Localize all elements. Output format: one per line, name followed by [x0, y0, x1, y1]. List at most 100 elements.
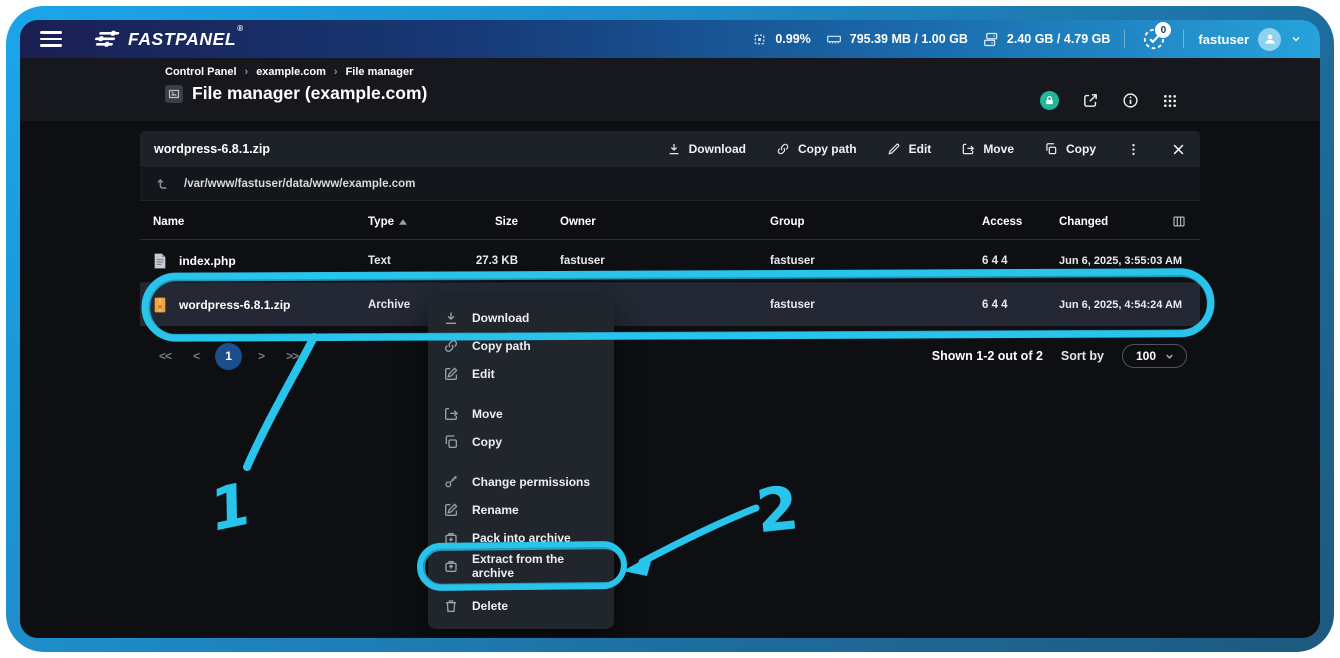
pack-archive-icon [443, 530, 459, 546]
column-header-type[interactable]: Type [368, 216, 443, 228]
pencil-icon [887, 142, 901, 156]
file-manager-icon [165, 85, 183, 103]
download-icon [667, 142, 681, 156]
kebab-icon [1126, 142, 1141, 157]
external-link-icon [1082, 92, 1099, 109]
table-row-index-php[interactable]: index.php Text 27.3 KB fastuser fastuser… [140, 240, 1200, 283]
fastpanel-app: FASTPANEL® 0.99% [20, 20, 1320, 638]
close-selection-button[interactable] [1171, 142, 1186, 157]
move-button[interactable]: Move [961, 142, 1014, 156]
notification-badge: 0 [1155, 22, 1171, 38]
logo-registered-mark: ® [237, 24, 244, 33]
results-shown: Shown 1-2 out of 2 [932, 349, 1043, 363]
first-page-button[interactable]: << [153, 345, 177, 367]
next-page-button[interactable]: > [252, 345, 270, 367]
ram-stat: 795.39 MB / 1.00 GB [825, 31, 968, 47]
menu-item-copy-path[interactable]: Copy path [428, 332, 614, 360]
hamburger-menu-button[interactable] [40, 27, 70, 51]
column-header-name[interactable]: Name [153, 216, 368, 228]
edit-button[interactable]: Edit [887, 142, 932, 156]
file-changed: Jun 6, 2025, 3:55:03 AM [1059, 255, 1187, 267]
menu-item-download[interactable]: Download [428, 304, 614, 332]
menu-item-delete[interactable]: Delete [428, 592, 614, 620]
current-path: /var/www/fastuser/data/www/example.com [184, 178, 415, 190]
menu-item-pack-into-archive[interactable]: Pack into archive [428, 524, 614, 552]
current-page-button[interactable]: 1 [215, 343, 242, 370]
apps-grid-icon [1162, 93, 1178, 109]
menu-item-extract-from-archive[interactable]: Extract from the archive [428, 552, 614, 580]
file-type: Text [368, 255, 443, 267]
key-icon [443, 474, 459, 490]
pagination: << < 1 > >> [153, 343, 304, 370]
per-page-select[interactable]: 100 [1122, 344, 1187, 368]
topbar: FASTPANEL® 0.99% [20, 20, 1320, 58]
breadcrumb-separator: › [334, 66, 338, 78]
breadcrumb-control-panel[interactable]: Control Panel [165, 66, 237, 78]
download-button[interactable]: Download [667, 142, 746, 156]
menu-item-copy[interactable]: Copy [428, 428, 614, 456]
arrow-up-icon [155, 176, 171, 192]
topbar-divider [1124, 30, 1125, 48]
selection-toolbar: wordpress-6.8.1.zip Download Copy path [140, 131, 1200, 167]
file-owner: fastuser [518, 255, 770, 267]
user-menu[interactable]: fastuser [1198, 28, 1302, 51]
table-columns-icon [1171, 214, 1187, 229]
menu-divider [428, 580, 614, 592]
menu-item-edit[interactable]: Edit [428, 360, 614, 388]
column-header-changed[interactable]: Changed [1059, 216, 1161, 228]
notifications-button[interactable]: 0 [1139, 25, 1169, 53]
page-header: Control Panel › example.com › File manag… [20, 58, 1320, 121]
copy-path-button[interactable]: Copy path [776, 142, 857, 156]
file-access: 6 4 4 [982, 255, 1059, 267]
edit-icon [443, 366, 459, 382]
file-size: 27.3 KB [443, 255, 518, 267]
menu-item-rename[interactable]: Rename [428, 496, 614, 524]
column-header-owner[interactable]: Owner [518, 216, 770, 228]
open-site-button[interactable] [1082, 92, 1099, 109]
marketplace-button[interactable] [1040, 91, 1059, 110]
cpu-stat: 0.99% [751, 31, 810, 48]
info-icon [1122, 92, 1139, 109]
copy-button[interactable]: Copy [1044, 142, 1096, 156]
last-page-button[interactable]: >> [280, 345, 304, 367]
logo-text: FASTPANEL® [128, 29, 243, 50]
path-bar: /var/www/fastuser/data/www/example.com [140, 167, 1200, 201]
file-group: fastuser [770, 299, 982, 311]
menu-item-change-permissions[interactable]: Change permissions [428, 468, 614, 496]
trash-icon [443, 598, 459, 614]
cpu-icon [751, 31, 768, 48]
file-access: 6 4 4 [982, 299, 1059, 311]
copy-icon [1044, 142, 1058, 156]
disk-stat: 2.40 GB / 4.79 GB [982, 31, 1111, 48]
more-actions-button[interactable] [1126, 142, 1141, 157]
extract-archive-icon [443, 558, 459, 574]
column-header-group[interactable]: Group [770, 216, 982, 228]
main-area: wordpress-6.8.1.zip Download Copy path [20, 121, 1320, 638]
file-changed: Jun 6, 2025, 4:54:24 AM [1059, 299, 1187, 311]
info-button[interactable] [1122, 92, 1139, 109]
topbar-stats: 0.99% 795.39 MB / 1.00 GB [751, 25, 1302, 53]
archive-file-icon [153, 297, 167, 313]
menu-item-move[interactable]: Move [428, 400, 614, 428]
menu-divider [428, 456, 614, 468]
table-header: Name Type Size Owner Group Access Change… [140, 204, 1200, 240]
menu-divider [428, 388, 614, 400]
username: fastuser [1198, 32, 1249, 47]
prev-page-button[interactable]: < [187, 345, 205, 367]
breadcrumb-site[interactable]: example.com [256, 66, 326, 78]
pagination-row: << < 1 > >> Shown 1-2 out of 2 Sort by 1… [140, 336, 1200, 376]
logo-equalizer-icon [94, 30, 120, 48]
hamburger-icon [40, 31, 62, 34]
apps-grid-button[interactable] [1162, 93, 1178, 109]
table-row-wordpress-zip[interactable]: wordpress-6.8.1.zip Archive fastuser 6 4… [140, 283, 1200, 326]
close-icon [1171, 142, 1186, 157]
link-icon [776, 142, 790, 156]
rename-icon [443, 502, 459, 518]
up-directory-button[interactable] [155, 176, 171, 192]
column-header-size[interactable]: Size [443, 216, 518, 228]
breadcrumb-file-manager[interactable]: File manager [346, 66, 414, 78]
page-title: File manager (example.com) [192, 83, 427, 104]
column-header-access[interactable]: Access [982, 216, 1059, 228]
brand-logo[interactable]: FASTPANEL® [94, 29, 243, 50]
columns-settings-button[interactable] [1161, 214, 1187, 229]
